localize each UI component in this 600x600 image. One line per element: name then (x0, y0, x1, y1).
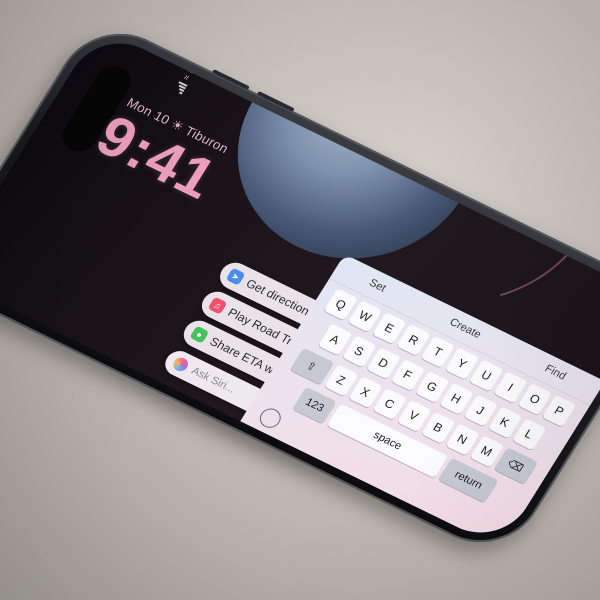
wifi-icon: ≈ (180, 73, 193, 82)
prediction-2[interactable]: Create (447, 316, 483, 341)
prediction-3[interactable]: Find (543, 363, 569, 383)
music-icon: ♫ (207, 296, 228, 315)
siri-icon (170, 355, 191, 374)
globe-icon[interactable] (255, 405, 285, 432)
messages-icon: ● (189, 325, 210, 344)
prediction-1[interactable]: Set (367, 277, 388, 294)
maps-icon: ➤ (225, 267, 246, 286)
photo-background: ≈ Mon 10 ☀ Tiburon 9:41 ➤ Get directions… (0, 0, 600, 600)
signal-icon (173, 80, 188, 95)
ask-siri-placeholder: Ask Siri... (189, 365, 238, 396)
